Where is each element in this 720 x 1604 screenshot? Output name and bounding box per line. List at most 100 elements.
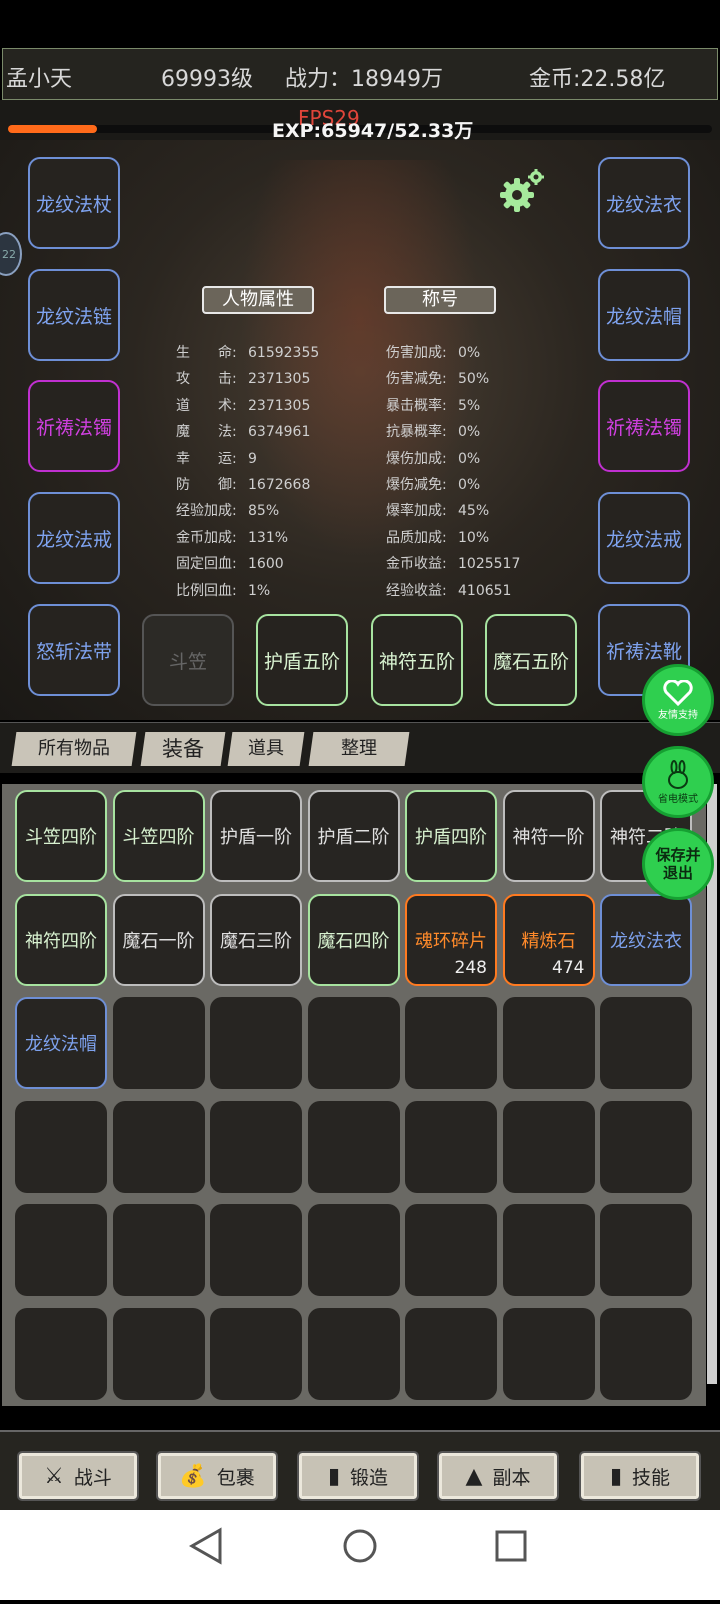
equip-slot-magic-stone[interactable]: 魔石五阶 [485, 614, 577, 706]
equip-slot-talisman[interactable]: 神符五阶 [371, 614, 463, 706]
stat-value: 0% [458, 345, 481, 361]
inventory-empty-slot[interactable] [307, 1204, 400, 1296]
inventory-empty-slot[interactable] [502, 1204, 595, 1296]
tab-props[interactable]: 道具 [227, 732, 305, 766]
nav-button-4[interactable]: ▮ 技能 [579, 1451, 701, 1501]
inventory-item[interactable]: 护盾二阶 [307, 790, 400, 882]
inventory-empty-slot[interactable] [307, 1307, 400, 1400]
equip-slot-helmet[interactable]: 龙纹法帽 [598, 269, 690, 361]
equip-slot-shield[interactable]: 护盾五阶 [256, 614, 348, 706]
nav-button-0[interactable]: ⚔ 战斗 [17, 1451, 139, 1501]
inventory-empty-slot[interactable] [15, 1100, 107, 1193]
inventory-empty-slot[interactable] [15, 1307, 107, 1400]
stat-label: 金币收益: [386, 556, 447, 573]
inventory-empty-slot[interactable] [600, 1100, 692, 1193]
inventory-item[interactable]: 神符四阶 [15, 893, 107, 986]
stat-label: 道 术: [176, 397, 237, 414]
inventory-item[interactable]: 护盾一阶 [210, 790, 302, 882]
inventory-empty-slot[interactable] [112, 1307, 205, 1400]
inventory-empty-slot[interactable] [502, 1307, 595, 1400]
inventory-item[interactable]: 龙纹法衣 [600, 893, 692, 986]
home-icon[interactable] [343, 1529, 377, 1563]
inventory-item[interactable]: 护盾四阶 [405, 790, 497, 882]
stat-label: 固定回血: [176, 556, 237, 573]
stat-label: 防 御: [176, 477, 237, 493]
tab-equipment[interactable]: 装备 [140, 732, 226, 766]
inventory-empty-slot[interactable] [600, 1204, 692, 1296]
tab-sort-label: 整理 [341, 738, 377, 759]
support-label: 友情支持 [658, 709, 698, 721]
inventory-item-name: 护盾一阶 [220, 827, 292, 848]
inventory-empty-slot[interactable] [502, 997, 595, 1089]
back-icon[interactable] [188, 1527, 222, 1565]
equip-slot-weapon[interactable]: 龙纹法杖 [28, 157, 120, 249]
stat-row: 伤害减免: 50% [386, 368, 489, 388]
nav-button-1[interactable]: 💰 包裹 [156, 1451, 278, 1501]
inventory-empty-slot[interactable] [15, 1204, 107, 1296]
stat-value: 85% [248, 503, 280, 520]
settings-gear-icon[interactable] [497, 167, 547, 217]
inventory-item-name: 魔石一阶 [122, 930, 195, 952]
inventory-item-name: 魔石三阶 [220, 930, 292, 952]
inventory-empty-slot[interactable] [307, 1100, 400, 1193]
stat-row: 生 命: 61592355 [176, 342, 319, 362]
inventory-empty-slot[interactable] [405, 1100, 497, 1193]
inventory-item[interactable]: 魂环碎片 248 [405, 893, 497, 986]
inventory-empty-slot[interactable] [210, 1100, 302, 1193]
inventory-empty-slot[interactable] [502, 1100, 595, 1193]
inventory-empty-slot[interactable] [405, 1307, 497, 1400]
stat-row: 幸 运: 9 [176, 448, 257, 468]
equip-slot-bracelet-right[interactable]: 祈祷法镯 [598, 380, 690, 472]
nav-button-label: 包裹 [216, 1466, 255, 1489]
inventory-empty-slot[interactable] [112, 997, 205, 1089]
stat-row: 品质加成: 10% [386, 527, 489, 547]
character-attributes-button[interactable]: 人物属性 [202, 286, 314, 314]
equip-slot-belt[interactable]: 怒斩法带 [28, 604, 120, 696]
inventory-empty-slot[interactable] [405, 997, 497, 1089]
inventory-item[interactable]: 精炼石 474 [502, 893, 595, 986]
power-save-button[interactable]: 省电模式 [642, 746, 714, 818]
inventory-item[interactable]: 斗笠四阶 [112, 790, 205, 882]
inventory-item[interactable]: 魔石一阶 [112, 893, 205, 986]
stat-label: 攻 击: [176, 371, 237, 388]
stat-row: 伤害加成: 0% [386, 342, 480, 362]
inventory-item[interactable]: 龙纹法帽 [15, 997, 107, 1089]
recents-icon[interactable] [495, 1530, 527, 1562]
stat-value: 0% [458, 424, 481, 441]
stat-row: 比例回血: 1% [176, 580, 270, 600]
inventory-empty-slot[interactable] [600, 997, 692, 1089]
equip-slot-armor[interactable]: 龙纹法衣 [598, 157, 690, 249]
stat-value: 9 [248, 450, 257, 467]
equip-slot-hat[interactable]: 斗笠 [142, 614, 234, 706]
stat-value: 45% [458, 503, 490, 520]
save-exit-button[interactable]: 保存并 退出 [642, 828, 714, 900]
player-name: 孟小天 [6, 67, 73, 92]
inventory-item[interactable]: 斗笠四阶 [15, 790, 107, 882]
tab-sort[interactable]: 整理 [308, 732, 410, 766]
inventory-empty-slot[interactable] [112, 1204, 205, 1296]
nav-button-2[interactable]: ▮ 锻造 [297, 1451, 419, 1501]
tab-all-items[interactable]: 所有物品 [11, 732, 137, 766]
system-nav-bar [0, 1510, 720, 1600]
equip-slot-bracelet-left[interactable]: 祈祷法镯 [28, 380, 120, 472]
nav-button-3[interactable]: ▲ 副本 [437, 1451, 559, 1501]
inventory-item[interactable]: 魔石四阶 [307, 893, 400, 986]
gold-amount: 金币:22.58亿 [529, 67, 666, 92]
title-button[interactable]: 称号 [384, 286, 496, 314]
equip-slot-ring-right[interactable]: 龙纹法戒 [598, 492, 690, 584]
inventory-empty-slot[interactable] [307, 997, 400, 1089]
inventory-item[interactable]: 神符一阶 [502, 790, 595, 882]
inventory-empty-slot[interactable] [600, 1307, 692, 1400]
inventory-empty-slot[interactable] [112, 1100, 205, 1193]
inventory-empty-slot[interactable] [210, 1204, 302, 1296]
stat-row: 爆伤减免: 0% [386, 474, 480, 494]
equip-slot-ring-left[interactable]: 龙纹法戒 [28, 492, 120, 584]
inventory-empty-slot[interactable] [405, 1204, 497, 1296]
stat-row: 爆伤加成: 0% [386, 448, 480, 468]
inventory-empty-slot[interactable] [210, 997, 302, 1089]
inventory-item[interactable]: 魔石三阶 [210, 893, 302, 986]
tower-icon: ▲ [465, 1463, 483, 1489]
equip-slot-necklace[interactable]: 龙纹法链 [28, 269, 120, 361]
inventory-empty-slot[interactable] [210, 1307, 302, 1400]
support-button[interactable]: 友情支持 [642, 664, 714, 736]
